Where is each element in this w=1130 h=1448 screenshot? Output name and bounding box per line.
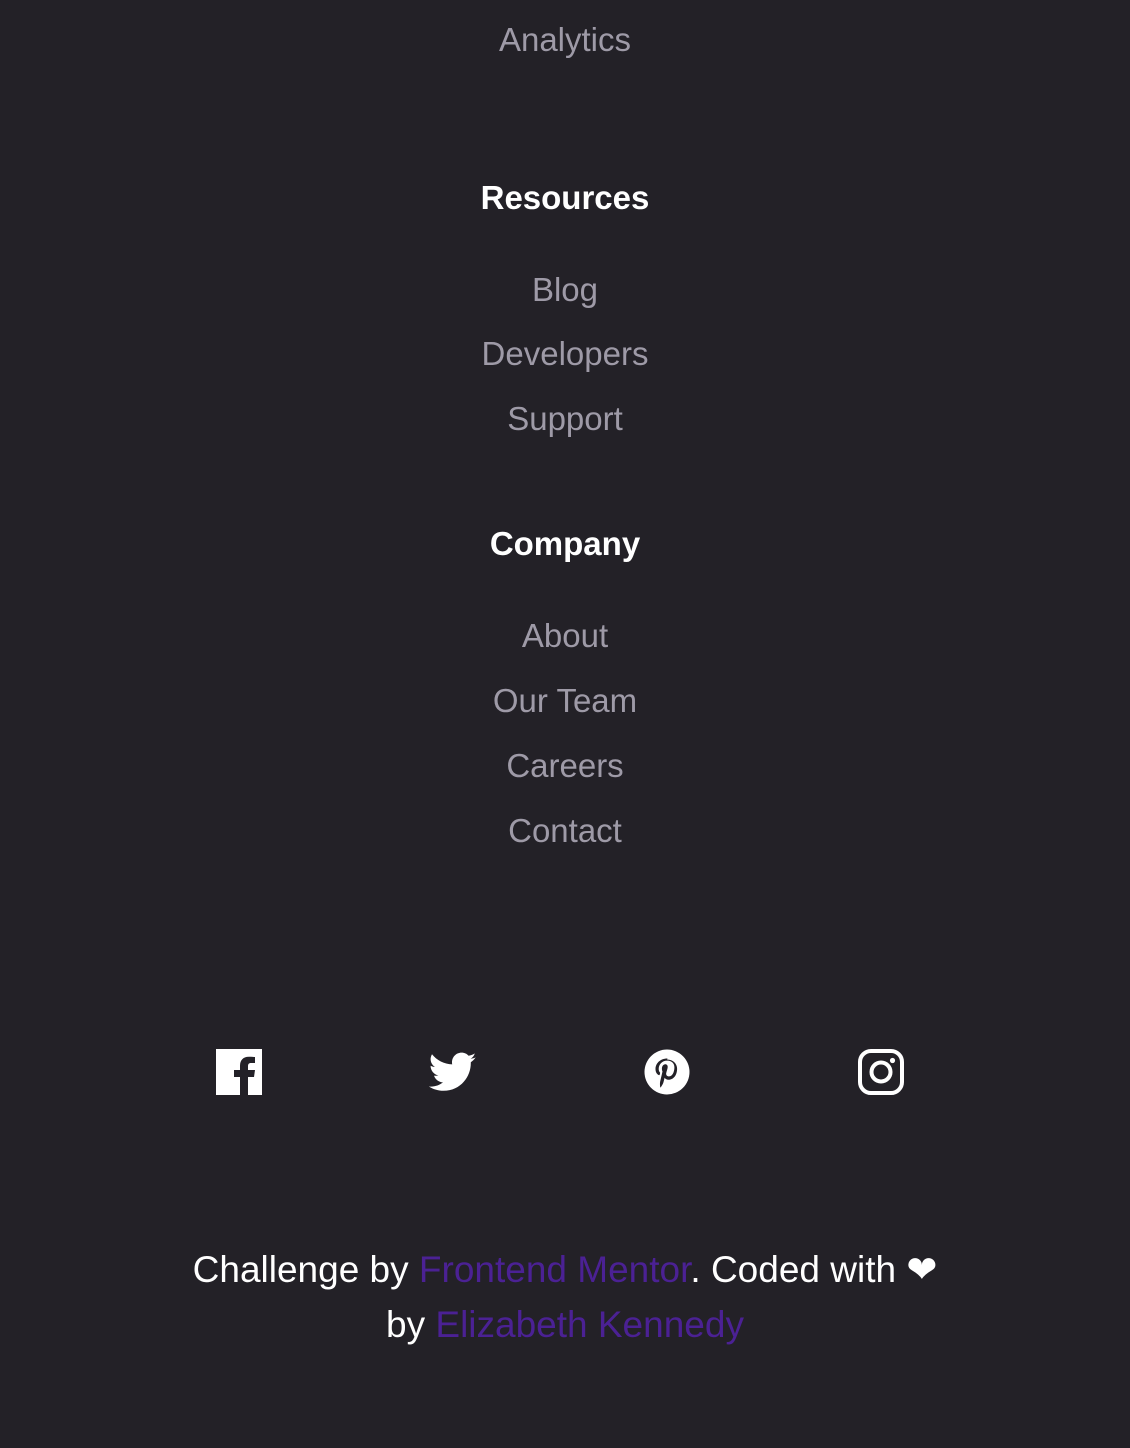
pinterest-icon[interactable] bbox=[643, 1048, 691, 1096]
author-link[interactable]: Elizabeth Kennedy bbox=[435, 1304, 744, 1345]
twitter-icon[interactable] bbox=[429, 1048, 477, 1096]
resources-heading: Resources bbox=[480, 179, 650, 216]
frontend-mentor-link[interactable]: Frontend Mentor bbox=[419, 1249, 690, 1290]
attribution: Challenge by Frontend Mentor. Coded with… bbox=[0, 1242, 1130, 1352]
footer-link-about[interactable]: About bbox=[0, 616, 1130, 656]
facebook-icon[interactable] bbox=[215, 1048, 263, 1096]
instagram-icon[interactable] bbox=[857, 1048, 905, 1096]
attribution-by: by bbox=[386, 1304, 436, 1345]
footer-link-support[interactable]: Support bbox=[0, 399, 1130, 439]
footer-link-blog[interactable]: Blog bbox=[0, 270, 1130, 310]
footer-link-developers[interactable]: Developers bbox=[0, 334, 1130, 374]
footer-link-careers[interactable]: Careers bbox=[0, 746, 1130, 786]
attribution-prefix: Challenge by bbox=[192, 1249, 419, 1290]
footer-link-contact[interactable]: Contact bbox=[0, 811, 1130, 851]
footer-link-analytics[interactable]: Analytics bbox=[0, 20, 1130, 60]
footer-link-our-team[interactable]: Our Team bbox=[0, 681, 1130, 721]
attribution-middle: . Coded with ❤ bbox=[690, 1249, 938, 1290]
company-heading: Company bbox=[489, 525, 641, 562]
